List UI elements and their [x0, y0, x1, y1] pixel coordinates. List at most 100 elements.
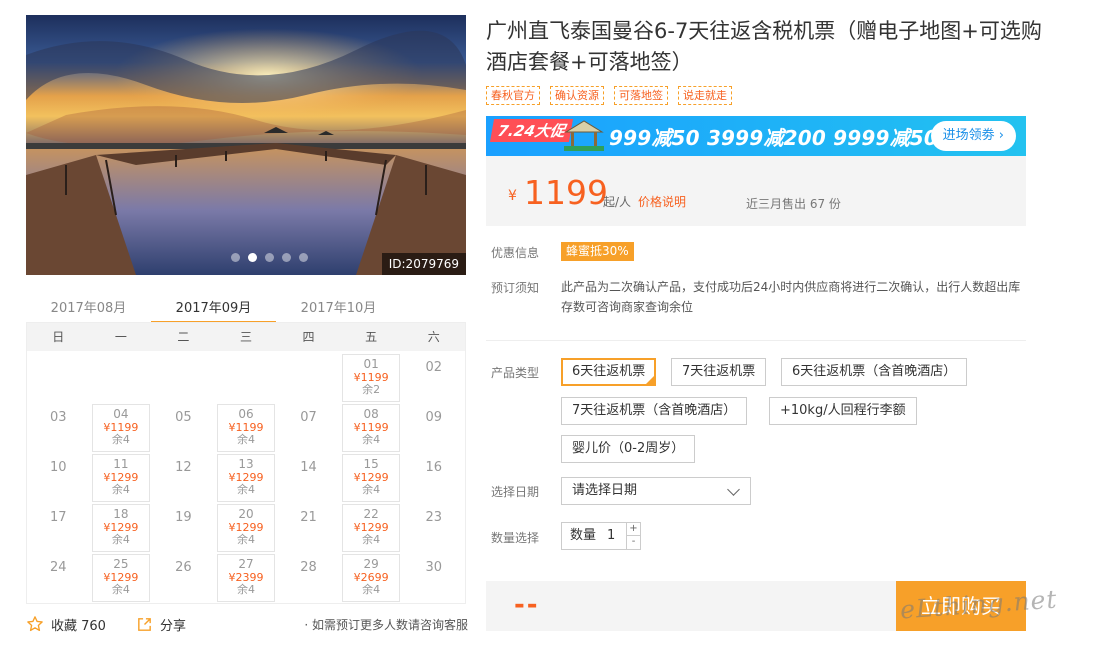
- date-select-value: 请选择日期: [572, 483, 638, 498]
- calendar-day-available[interactable]: 08 ¥1199 余4: [342, 404, 401, 452]
- calendar-day-number: 28: [300, 560, 317, 575]
- product-photo[interactable]: ID:2079769: [26, 15, 466, 275]
- calendar-cell: 22 ¥1299 余4: [340, 501, 403, 552]
- calendar-day-remaining: 余4: [111, 533, 130, 546]
- calendar-day-available[interactable]: 01 ¥1199 余2: [342, 354, 401, 402]
- calendar-cell: 17: [27, 501, 90, 551]
- calendar-cell: 30: [402, 551, 465, 601]
- star-icon: [27, 616, 43, 632]
- calendar-cell: 23: [402, 501, 465, 551]
- calendar-cell: [27, 351, 90, 401]
- calendar-cell: 19: [152, 501, 215, 551]
- carousel-dot[interactable]: [282, 253, 291, 262]
- carousel-dot[interactable]: [299, 253, 308, 262]
- tag-badge: 可落地签: [614, 86, 668, 105]
- tab-month-sep[interactable]: 2017年09月: [151, 290, 276, 324]
- share-label: 分享: [159, 618, 186, 634]
- calendar-day-available[interactable]: 11 ¥1299 余4: [91, 454, 150, 502]
- calendar-cell: 14: [277, 451, 340, 501]
- calendar-day-remaining: 余4: [362, 583, 381, 596]
- calendar-day-available[interactable]: 18 ¥1299 余4: [91, 504, 150, 552]
- product-tags: 春秋官方 确认资源 可落地签 说走就走: [486, 86, 732, 105]
- sunset-boardwalk-image: [26, 15, 466, 275]
- calendar-day-available[interactable]: 29 ¥2699 余4: [342, 554, 401, 602]
- calendar-day-number: 06: [238, 407, 254, 421]
- weekday-label: 四: [302, 330, 315, 344]
- date-select[interactable]: 请选择日期: [561, 477, 751, 505]
- calendar-day-number: 25: [113, 557, 129, 571]
- calendar-cell: 04 ¥1199 余4: [90, 401, 153, 452]
- calendar-day-available[interactable]: 25 ¥1299 余4: [91, 554, 150, 602]
- tag-badge: 确认资源: [550, 86, 604, 105]
- promo-banner[interactable]: 7.24大促 999减50 3999减200 9999减500 进场领劵 ›: [486, 116, 1026, 156]
- calendar-cell: 15 ¥1299 余4: [340, 451, 403, 502]
- weekday-label: 日: [52, 330, 65, 344]
- favorite-button[interactable]: 收藏 760: [26, 615, 106, 634]
- calendar-day-remaining: 余4: [111, 583, 130, 596]
- calendar-day-available[interactable]: 06 ¥1199 余4: [216, 404, 275, 452]
- calendar-day-number: 23: [425, 510, 442, 525]
- product-type-label: 产品类型: [491, 366, 540, 380]
- chevron-down-icon: [727, 483, 740, 496]
- calendar-day-number: 09: [425, 410, 442, 425]
- calendar-day-number: 02: [425, 360, 442, 375]
- calendar-day-available[interactable]: 13 ¥1299 余4: [216, 454, 275, 502]
- type-option-6day[interactable]: 6天往返机票: [561, 358, 657, 386]
- calendar-cell: 24: [27, 551, 90, 601]
- calendar-day-number: 19: [175, 510, 192, 525]
- tab-month-oct[interactable]: 2017年10月: [276, 290, 401, 324]
- calendar-day-available[interactable]: 15 ¥1299 余4: [342, 454, 401, 502]
- calendar-day-number: 29: [363, 557, 379, 571]
- weekday-label: 一: [114, 330, 127, 344]
- carousel-dot[interactable]: [231, 253, 240, 262]
- product-title: 广州直飞泰国曼谷6-7天往返含税机票（赠电子地图+可选购酒店套餐+可落地签）: [486, 19, 1042, 74]
- calendar-day-number: 12: [175, 460, 192, 475]
- image-id-label: ID:2079769: [381, 253, 466, 275]
- quantity-stepper[interactable]: 数量 1 + -: [561, 522, 641, 550]
- tab-month-aug[interactable]: 2017年08月: [26, 290, 151, 324]
- divider: [486, 340, 1026, 341]
- calendar-grid: 01 ¥1199 余2 02 03 04 ¥1199 余4 05 06 ¥1199 余4 07 08 ¥11…: [27, 351, 465, 602]
- quantity-value[interactable]: 1: [607, 523, 615, 549]
- share-button[interactable]: 分享: [136, 615, 186, 634]
- calendar-day-number: 14: [300, 460, 317, 475]
- calendar-cell: 27 ¥2399 余4: [215, 551, 278, 602]
- calendar-day-remaining: 余4: [236, 583, 255, 596]
- calendar-day-number: 15: [363, 457, 379, 471]
- price-explanation-link[interactable]: 价格说明: [638, 193, 686, 210]
- calendar-day-number: 20: [238, 507, 254, 521]
- calendar-day-available[interactable]: 22 ¥1299 余4: [342, 504, 401, 552]
- weekday-label: 六: [427, 330, 440, 344]
- type-option-7day[interactable]: 7天往返机票: [671, 358, 767, 386]
- promo-text: 999减50 3999减200 9999减500: [609, 126, 953, 150]
- calendar-day-available[interactable]: 27 ¥2399 余4: [216, 554, 275, 602]
- price-amount: 1199: [524, 173, 608, 212]
- calendar-day-remaining: 余4: [362, 533, 381, 546]
- carousel-dot-active[interactable]: [248, 253, 257, 262]
- consult-service-link[interactable]: · 如需预订更多人数请咨询客服: [304, 616, 468, 633]
- calendar-cell: 03: [27, 401, 90, 451]
- type-option-7day-hotel[interactable]: 7天往返机票（含首晚酒店）: [561, 397, 748, 425]
- calendar-cell: 02: [402, 351, 465, 401]
- calendar-day-available[interactable]: 20 ¥1299 余4: [216, 504, 275, 552]
- calendar-day-number: 16: [425, 460, 442, 475]
- calendar-cell: 10: [27, 451, 90, 501]
- calendar-day-number: 13: [238, 457, 254, 471]
- tag-badge: 春秋官方: [486, 86, 540, 105]
- calendar-day-number: 10: [50, 460, 67, 475]
- calendar-day-number: 04: [113, 407, 129, 421]
- carousel-dot[interactable]: [265, 253, 274, 262]
- calendar-day-number: 27: [238, 557, 254, 571]
- calendar-cell: 28: [277, 551, 340, 601]
- quantity-minus-button[interactable]: -: [626, 536, 640, 549]
- calendar-cell: 11 ¥1299 余4: [90, 451, 153, 502]
- type-option-luggage[interactable]: +10kg/人回程行李额: [769, 397, 917, 425]
- calendar-day-available[interactable]: 04 ¥1199 余4: [91, 404, 150, 452]
- calendar-cell: 12: [152, 451, 215, 501]
- calendar-cell: 08 ¥1199 余4: [340, 401, 403, 452]
- type-option-6day-hotel[interactable]: 6天往返机票（含首晚酒店）: [781, 358, 968, 386]
- get-coupon-button[interactable]: 进场领劵 ›: [930, 121, 1016, 151]
- type-option-infant[interactable]: 婴儿价（0-2周岁）: [561, 435, 696, 463]
- month-tabs: 2017年08月 2017年09月 2017年10月: [26, 290, 466, 324]
- quantity-plus-button[interactable]: +: [626, 523, 640, 536]
